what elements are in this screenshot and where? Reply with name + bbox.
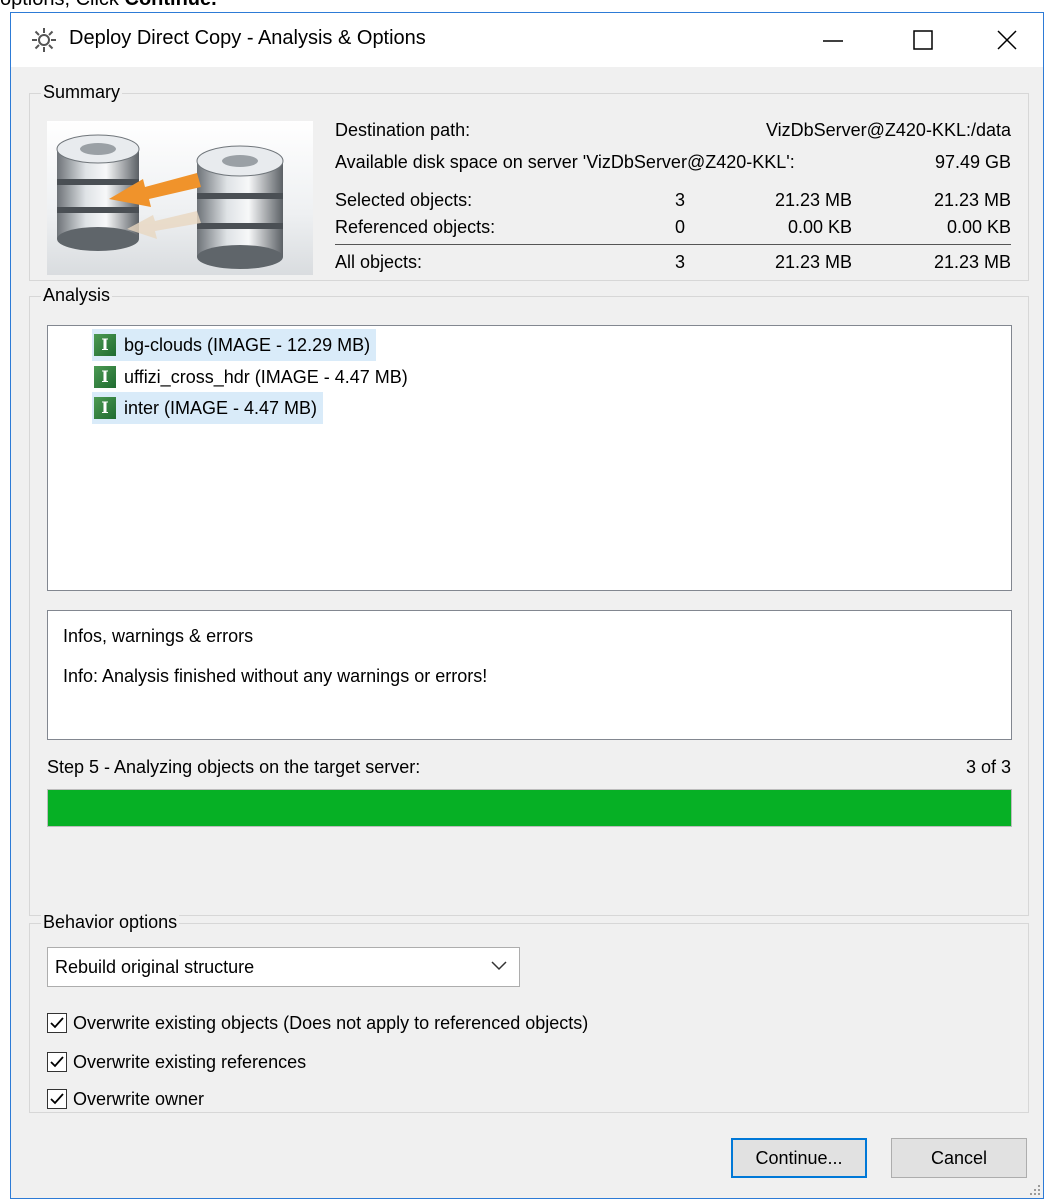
summary-row-label: Referenced objects: [335,217,496,237]
info-panel: Infos, warnings & errors Info: Analysis … [47,610,1012,740]
caption-bold: Continue. [125,0,217,10]
checkbox-overwrite-objects[interactable]: Overwrite existing objects (Does not app… [47,1010,588,1036]
checkmark-icon [50,1017,64,1029]
resize-grip-icon[interactable] [1029,1184,1041,1196]
close-button[interactable] [967,13,1044,67]
checkbox-label: Overwrite owner [73,1088,205,1109]
step-count: 3 of 3 [965,757,1011,777]
analysis-object-list[interactable]: I bg-clouds (IMAGE - 12.29 MB) I uffizi_… [47,325,1012,591]
summary-row-size: 21.23 MB [774,252,852,272]
list-item-label: bg-clouds (IMAGE - 12.29 MB) [124,334,371,355]
info-message: Info: Analysis finished without any warn… [63,666,488,686]
close-icon [997,30,1017,50]
step-label: Step 5 - Analyzing objects on the target… [47,757,421,777]
list-item-label: uffizi_cross_hdr (IMAGE - 4.47 MB) [124,366,408,387]
app-gear-icon [32,28,56,52]
structure-dropdown[interactable]: Rebuild original structure [47,947,520,987]
analysis-legend: Analysis [41,285,113,306]
destination-label: Destination path: [335,120,471,140]
summary-row-size-total: 0.00 KB [946,217,1011,237]
minimize-icon [823,40,843,42]
checkbox[interactable] [47,1052,67,1072]
disk-space-label: Available disk space on server 'VizDbSer… [335,152,795,172]
summary-row-size: 0.00 KB [787,217,852,237]
destination-value: VizDbServer@Z420-KKL:/data [765,120,1011,140]
info-title: Infos, warnings & errors [63,626,254,646]
checkbox-label: Overwrite existing objects (Does not app… [73,1012,589,1033]
checkbox-overwrite-owner[interactable]: Overwrite owner [47,1086,204,1112]
image-type-icon: I [94,334,116,356]
list-item[interactable]: I uffizi_cross_hdr (IMAGE - 4.47 MB) [92,361,414,393]
checkbox[interactable] [47,1089,67,1109]
checkmark-icon [50,1093,64,1105]
summary-legend: Summary [41,82,123,103]
maximize-icon [913,30,933,50]
list-item[interactable]: I bg-clouds (IMAGE - 12.29 MB) [92,329,377,361]
database-copy-illustration [47,121,313,275]
summary-row-label: Selected objects: [335,190,473,210]
cancel-button[interactable]: Cancel [891,1138,1027,1178]
structure-dropdown-value: Rebuild original structure [55,957,255,977]
summary-row-count: 3 [675,252,686,272]
list-item[interactable]: I inter (IMAGE - 4.47 MB) [92,392,324,424]
summary-row-label: All objects: [335,252,423,272]
database-transfer-icon [56,134,284,269]
title-bar[interactable]: Deploy Direct Copy - Analysis & Options [11,13,1043,67]
chevron-down-icon [491,961,507,971]
summary-row-size: 21.23 MB [774,190,852,210]
maximize-button[interactable] [883,13,963,67]
progress-bar [47,789,1012,827]
behavior-options-group: Behavior options Rebuild original struct… [29,912,1029,1113]
summary-row-count: 3 [675,190,686,210]
behavior-options-legend: Behavior options [41,912,180,933]
summary-divider [335,244,1011,245]
summary-row-size-total: 21.23 MB [933,190,1011,210]
disk-space-value: 97.49 GB [934,152,1011,172]
list-item-label: inter (IMAGE - 4.47 MB) [124,397,318,418]
checkmark-icon [50,1056,64,1068]
caption-prefix: options, Click [0,0,125,10]
progress-bar-fill [48,790,1011,826]
summary-row-count: 0 [675,217,686,237]
analysis-group: Analysis I bg-clouds (IMAGE - 12.29 MB) … [29,285,1029,916]
checkbox-overwrite-references[interactable]: Overwrite existing references [47,1049,306,1075]
background-caption: options, Click Continue. [0,0,217,11]
checkbox-label: Overwrite existing references [73,1051,307,1072]
dialog-window: Deploy Direct Copy - Analysis & Options … [10,12,1044,1199]
continue-button[interactable]: Continue... [731,1138,867,1178]
image-type-icon: I [94,397,116,419]
summary-row-size-total: 21.23 MB [933,252,1011,272]
window-title: Deploy Direct Copy - Analysis & Options [69,27,426,49]
minimize-button[interactable] [793,13,873,67]
image-type-icon: I [94,366,116,388]
checkbox[interactable] [47,1013,67,1033]
summary-group: Summary Destination path: VizDbServer@Z4… [29,82,1029,281]
